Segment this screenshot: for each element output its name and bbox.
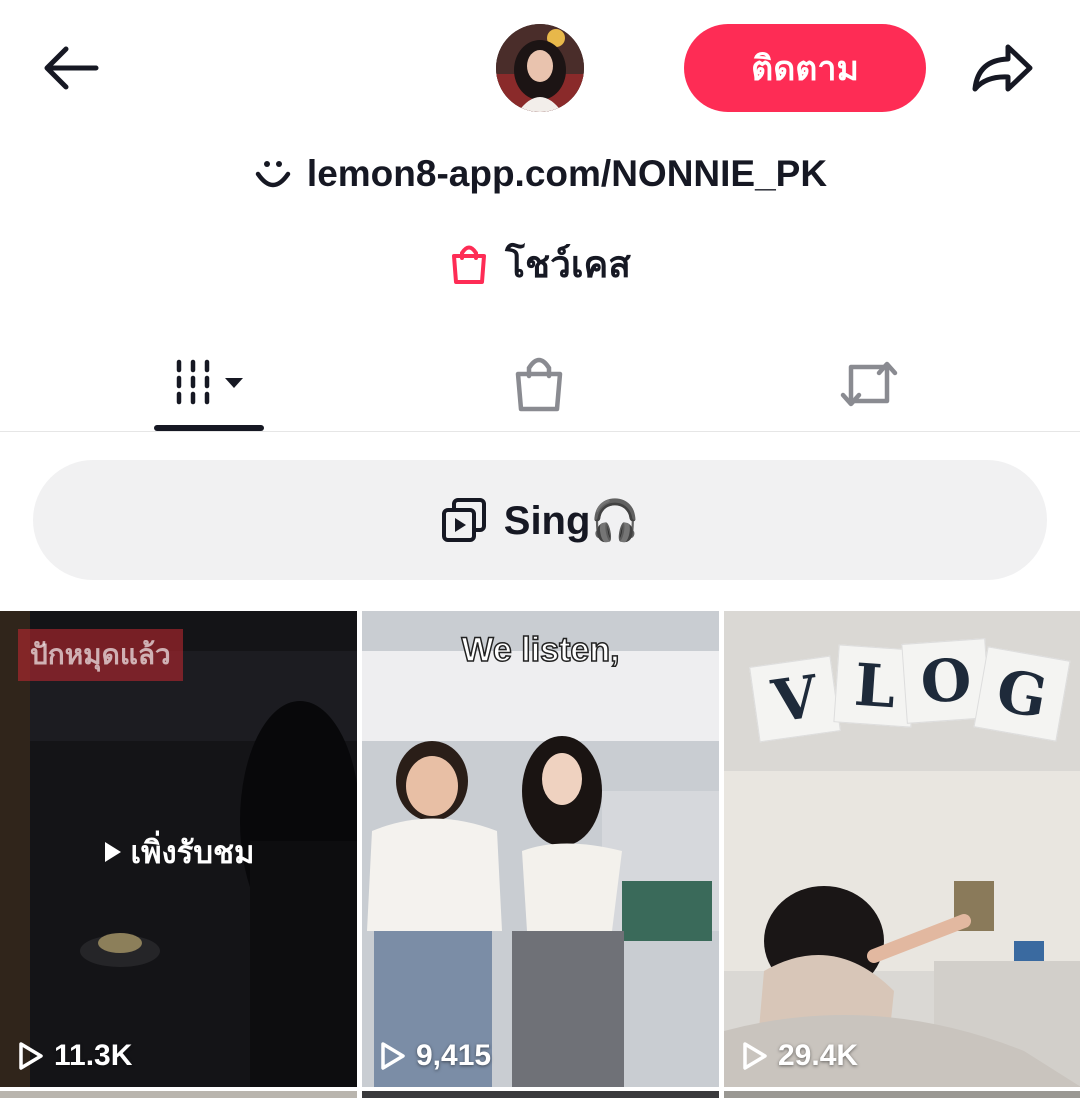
showcase-label: โชว์เคส bbox=[505, 242, 631, 286]
chevron-down-icon bbox=[225, 378, 243, 388]
play-icon bbox=[104, 842, 121, 862]
video-tile[interactable]: ปักหมุดแล้ว เพิ่งรับชม 11.3K bbox=[0, 611, 357, 1087]
just-watched-label: เพิ่งรับชม bbox=[0, 827, 357, 877]
tab-videos[interactable] bbox=[154, 336, 264, 432]
view-count-text: 29.4K bbox=[778, 1039, 859, 1072]
follow-button[interactable]: ติดตาม bbox=[684, 24, 926, 112]
share-arrow-icon bbox=[972, 44, 1033, 92]
video-tile-partial[interactable] bbox=[362, 1091, 719, 1098]
top-bar: ติดตาม bbox=[0, 0, 1080, 140]
profile-link-text: lemon8-app.com/NONNIE_PK bbox=[306, 153, 828, 194]
view-count-text: 9,415 bbox=[416, 1039, 492, 1072]
video-tile-partial[interactable] bbox=[0, 1091, 357, 1098]
video-tile-partial[interactable] bbox=[724, 1091, 1080, 1098]
repost-icon bbox=[840, 361, 898, 407]
tab-shop[interactable] bbox=[484, 336, 594, 432]
view-count: 11.3K bbox=[18, 1039, 132, 1073]
vlog-letter-text: O bbox=[918, 645, 974, 717]
play-outline-icon bbox=[381, 1042, 405, 1070]
play-outline-icon bbox=[743, 1042, 767, 1070]
avatar[interactable] bbox=[496, 24, 584, 112]
play-outline-icon bbox=[19, 1042, 43, 1070]
view-count-text: 11.3K bbox=[54, 1039, 133, 1072]
shopping-bag-icon bbox=[515, 357, 563, 412]
just-watched-text: เพิ่งรับชม bbox=[130, 835, 255, 871]
playlist-label: Sing🎧 bbox=[503, 498, 641, 543]
video-tile[interactable]: V L O G 29.4K bbox=[724, 611, 1080, 1087]
video-caption: We listen, bbox=[461, 630, 621, 670]
lemon8-smile-icon bbox=[255, 161, 291, 188]
active-tab-indicator bbox=[154, 425, 264, 431]
vlog-letter: V bbox=[749, 655, 841, 743]
arrow-left-icon bbox=[44, 46, 99, 90]
playlist-button[interactable]: Sing🎧 bbox=[33, 460, 1047, 580]
view-count: 29.4K bbox=[742, 1039, 858, 1073]
vlog-letter-text: V bbox=[767, 662, 823, 736]
avatar-image bbox=[496, 24, 584, 112]
video-grid: ปักหมุดแล้ว เพิ่งรับชม 11.3K We listen, bbox=[0, 611, 1080, 1098]
profile-link[interactable]: lemon8-app.com/NONNIE_PK bbox=[0, 148, 1080, 200]
vlog-letter-text: L bbox=[852, 650, 898, 722]
view-count: 9,415 bbox=[380, 1039, 491, 1073]
profile-tabs bbox=[0, 336, 1080, 432]
vlog-letter: G bbox=[973, 646, 1071, 742]
pinned-badge: ปักหมุดแล้ว bbox=[18, 629, 183, 681]
share-button[interactable] bbox=[962, 36, 1042, 100]
back-button[interactable] bbox=[34, 36, 106, 100]
tab-reposts[interactable] bbox=[814, 336, 924, 432]
video-tile[interactable]: We listen, 9,415 bbox=[362, 611, 719, 1087]
vlog-letter-text: G bbox=[991, 656, 1053, 732]
grid-icon bbox=[176, 359, 243, 405]
showcase-link[interactable]: โชว์เคส bbox=[0, 236, 1080, 292]
playlist-icon bbox=[441, 498, 486, 542]
shopping-bag-icon bbox=[452, 245, 487, 284]
video-thumbnail bbox=[362, 611, 719, 1087]
